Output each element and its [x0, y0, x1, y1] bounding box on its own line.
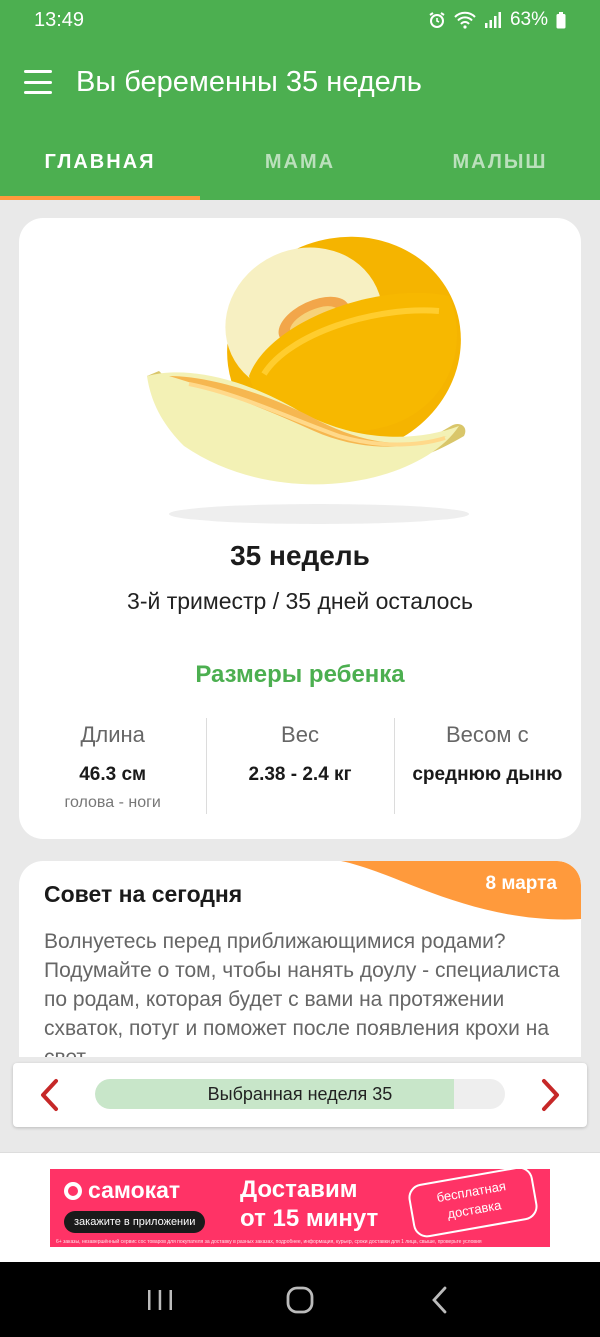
status-icons: 63%	[428, 9, 566, 31]
stat-size-compare: Весом с среднюю дыню	[393, 718, 581, 814]
previous-week-button[interactable]	[29, 1075, 69, 1115]
ad-pill: закажите в приложении	[64, 1211, 206, 1233]
stat-label: Вес	[281, 722, 319, 747]
tip-date: 8 марта	[485, 873, 557, 894]
tip-title: Совет на сегодня	[44, 881, 243, 907]
ad-headline-line1: Доставим	[240, 1176, 358, 1203]
stat-value: 46.3 см	[79, 764, 147, 785]
tab-baby[interactable]: МАЛЫШ	[400, 124, 600, 200]
baby-sizes-heading: Размеры ребенка	[195, 661, 405, 688]
chevron-left-icon	[41, 1079, 58, 1111]
recent-apps-icon	[148, 1289, 172, 1310]
ad-stamp: бесплатная доставка	[406, 1169, 540, 1240]
battery-icon	[556, 11, 566, 29]
app-bar: Вы беременны 35 недель	[0, 40, 600, 124]
hamburger-menu-icon[interactable]	[24, 70, 52, 94]
week-info-card: 35 недель 3-й триместр / 35 дней осталос…	[19, 218, 581, 839]
chevron-right-icon	[542, 1079, 559, 1111]
stat-length: Длина 46.3 см голова - ноги	[19, 718, 206, 814]
next-week-button[interactable]	[531, 1075, 571, 1115]
page-title: Вы беременны 35 недель	[76, 65, 422, 98]
ad-brand: самокат	[64, 1177, 180, 1204]
baby-stats: Длина 46.3 см голова - ноги Вес 2.38 - 2…	[19, 718, 581, 814]
home-button[interactable]	[280, 1280, 320, 1320]
stat-value: 2.38 - 2.4 кг	[248, 764, 352, 785]
ad-fine-print: 6+ заказы, незавершённый сервис сос това…	[56, 1239, 482, 1245]
status-time: 13:49	[34, 8, 85, 31]
daily-tip-card[interactable]: 8 марта Совет на сегодня Волнуетесь пере…	[19, 861, 581, 1057]
week-title: 35 недель	[230, 540, 370, 571]
stat-weight: Вес 2.38 - 2.4 кг	[206, 718, 393, 814]
system-nav-bar	[0, 1262, 600, 1337]
tab-bar: ГЛАВНАЯ МАМА МАЛЫШ	[0, 124, 600, 200]
stat-sub: голова - ноги	[64, 794, 161, 811]
selected-week-label: Выбранная неделя 35	[207, 1083, 393, 1104]
stat-label: Длина	[80, 722, 145, 747]
status-bar: 13:49 63%	[0, 0, 600, 40]
week-selector: Выбранная неделя 35	[13, 1063, 587, 1127]
week-progress-bar[interactable]: Выбранная неделя 35	[95, 1079, 505, 1109]
alarm-icon	[428, 11, 446, 29]
wifi-icon	[454, 11, 476, 29]
back-icon	[432, 1286, 447, 1313]
tip-text: Волнуетесь перед приближающимися родами?…	[44, 930, 560, 1057]
honeydew-melon-icon	[129, 226, 479, 526]
tab-main[interactable]: ГЛАВНАЯ	[0, 124, 200, 200]
ad-headline-line2: от 15 минут	[240, 1205, 379, 1232]
battery-percent: 63%	[509, 9, 548, 30]
trimester-subtitle: 3-й триместр / 35 дней осталось	[127, 588, 473, 614]
signal-icon	[484, 12, 502, 28]
ad-banner[interactable]: самокат закажите в приложении Доставим о…	[50, 1169, 550, 1247]
stat-label: Весом с	[446, 722, 529, 747]
ad-area: самокат закажите в приложении Доставим о…	[0, 1152, 600, 1262]
samokat-logo-icon	[64, 1181, 82, 1200]
tab-mom[interactable]: МАМА	[200, 124, 400, 200]
recent-apps-button[interactable]	[140, 1280, 180, 1320]
stat-value: среднюю дыню	[412, 764, 563, 785]
ad-headline: Доставим от 15 минут	[240, 1175, 378, 1233]
home-icon	[286, 1286, 314, 1313]
back-button[interactable]	[420, 1280, 460, 1320]
ad-brand-name: самокат	[88, 1177, 181, 1203]
